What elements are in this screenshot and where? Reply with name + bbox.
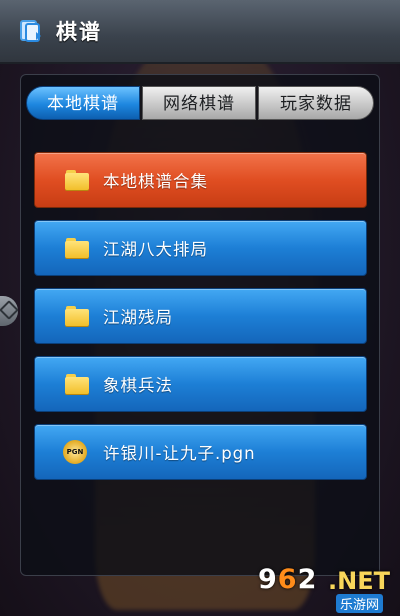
record-list: 本地棋谱合集 江湖八大排局 江湖残局 象棋兵法 PGN 许银川-让九子.pgn (34, 152, 367, 492)
list-item-label: 象棋兵法 (103, 376, 173, 395)
list-item-label: 江湖八大排局 (103, 240, 208, 259)
tab-online-records[interactable]: 网络棋谱 (142, 86, 256, 120)
site-watermark: 962 .NET 乐游网 (258, 564, 398, 614)
folder-icon (65, 238, 91, 258)
page-title: 棋谱 (56, 20, 102, 44)
list-item-label: 江湖残局 (103, 308, 173, 327)
folder-icon (65, 170, 91, 190)
home-icon (0, 300, 19, 320)
pgn-file-icon: PGN (63, 440, 91, 464)
watermark-site-name: 乐游网 (336, 594, 384, 613)
title-bar: 棋谱 (0, 0, 400, 64)
list-item-pgn-file[interactable]: PGN 许银川-让九子.pgn (34, 424, 367, 480)
side-drawer-handle[interactable] (0, 296, 19, 326)
folder-icon (65, 374, 91, 394)
list-item-jianghu-endgame[interactable]: 江湖残局 (34, 288, 367, 344)
folder-icon (65, 306, 91, 326)
watermark-number: 962 (258, 564, 318, 595)
tab-bar: 本地棋谱 网络棋谱 玩家数据 (26, 86, 374, 122)
list-item-label: 本地棋谱合集 (103, 172, 208, 191)
list-item-chess-tactics[interactable]: 象棋兵法 (34, 356, 367, 412)
tab-local-records[interactable]: 本地棋谱 (26, 86, 140, 120)
watermark-net: .NET (328, 567, 390, 595)
list-item-label: 许银川-让九子.pgn (103, 444, 256, 463)
list-item-local-collection[interactable]: 本地棋谱合集 (34, 152, 367, 208)
tab-player-data[interactable]: 玩家数据 (258, 86, 374, 120)
list-item-jianghu-eight[interactable]: 江湖八大排局 (34, 220, 367, 276)
chess-record-icon (18, 18, 44, 44)
pgn-badge: PGN (63, 440, 87, 464)
